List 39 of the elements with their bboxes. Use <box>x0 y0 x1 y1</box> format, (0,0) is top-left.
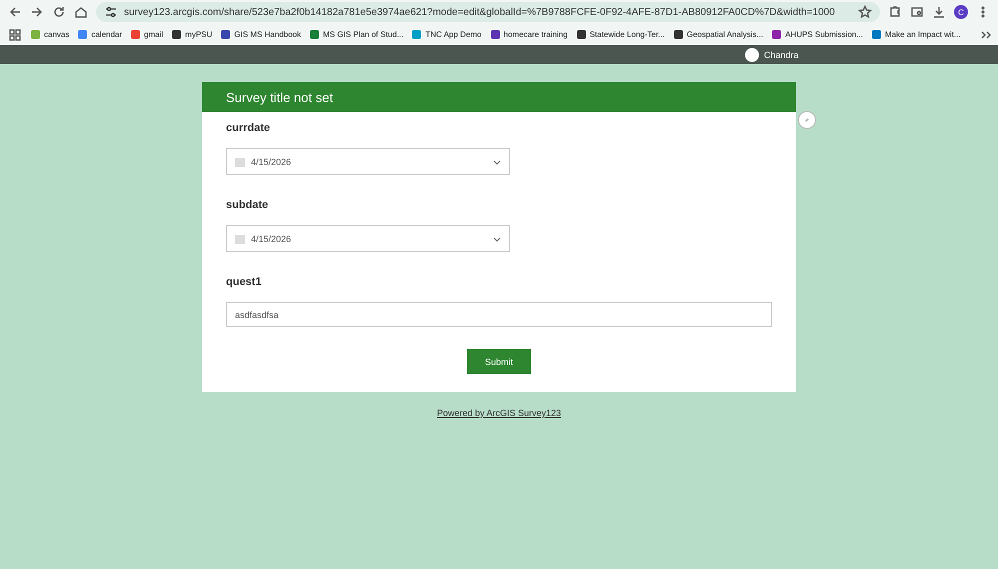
text-field[interactable]: asdfasdfsa <box>226 302 772 327</box>
bookmark[interactable]: myPSU <box>172 30 212 39</box>
site-settings-icon[interactable] <box>104 5 118 19</box>
date-field[interactable]: 4/15/2026 <box>226 148 510 175</box>
star-icon[interactable] <box>858 5 872 19</box>
calendar-icon <box>235 234 245 244</box>
puzzle-icon[interactable] <box>888 5 902 19</box>
bookmark[interactable]: Statewide Long-Ter... <box>576 30 665 39</box>
question-label: subdate <box>226 199 268 211</box>
chevron-down-icon <box>493 234 501 242</box>
bookmark[interactable]: homecare training <box>490 30 568 39</box>
bookmark[interactable]: MS GIS Plan of Stud... <box>310 30 404 39</box>
chevron-down-icon <box>493 158 501 166</box>
profile-avatar[interactable]: C <box>954 5 968 19</box>
bookmark[interactable]: Geospatial Analysis... <box>674 30 764 39</box>
user-name: Chandra <box>764 50 799 60</box>
survey-title: Survey title not set <box>202 82 796 112</box>
question-label: quest1 <box>226 276 262 288</box>
screen-search-icon[interactable] <box>910 5 924 19</box>
user-avatar[interactable] <box>745 48 759 62</box>
bookmark[interactable]: Make an Impact wit... <box>872 30 961 39</box>
date-field[interactable]: 4/15/2026 <box>226 225 510 252</box>
calendar-icon <box>235 156 245 166</box>
home-icon[interactable] <box>74 5 88 19</box>
bookmark[interactable]: AHUPS Submission... <box>772 30 864 39</box>
reload-icon[interactable] <box>52 5 66 19</box>
back-icon[interactable] <box>8 5 22 19</box>
question-label: currdate <box>226 122 270 134</box>
powered-by-link[interactable]: Powered by ArcGIS Survey123 <box>436 408 562 418</box>
bookmark[interactable]: gmail <box>131 30 164 39</box>
bookmark[interactable]: TNC App Demo <box>412 30 482 39</box>
download-icon[interactable] <box>932 5 946 19</box>
forward-icon[interactable] <box>30 5 44 19</box>
bookmark[interactable]: GIS MS Handbook <box>221 30 301 39</box>
address-bar[interactable]: survey123.arcgis.com/share/523e7ba2f0b14182a781e5e3974ae621?mode=edit&globalId=%7B9788FCFE-0F92-4AFE-87D1-AB80912FA0CD%7D&width=1000 <box>96 2 880 22</box>
submit-button[interactable]: Submit <box>467 349 531 374</box>
bookmark[interactable]: calendar <box>78 30 122 39</box>
bookmark[interactable]: canvas <box>31 30 70 39</box>
apps-grid-icon[interactable] <box>8 28 22 42</box>
